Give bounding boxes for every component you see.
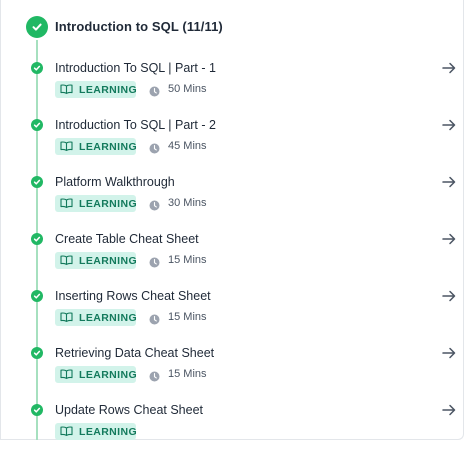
check-icon bbox=[31, 176, 43, 188]
duration-label: 15 Mins bbox=[168, 368, 207, 380]
section-title: Introduction to SQL (11/11) bbox=[55, 19, 223, 34]
book-open-icon bbox=[60, 423, 73, 441]
badge-label: LEARNING bbox=[79, 311, 138, 324]
clock-icon bbox=[149, 255, 160, 268]
book-open-icon bbox=[60, 366, 73, 384]
learning-badge: LEARNING bbox=[55, 366, 138, 384]
duration-label: 45 Mins bbox=[168, 140, 207, 152]
arrow-right-icon[interactable] bbox=[441, 117, 457, 133]
lesson-item[interactable]: Introduction To SQL | Part - 1 LEARNING … bbox=[1, 61, 465, 118]
check-icon bbox=[31, 62, 43, 74]
duration-label: 30 Mins bbox=[168, 197, 207, 209]
badge-label: LEARNING bbox=[79, 425, 138, 438]
lesson-title[interactable]: Introduction To SQL | Part - 1 bbox=[55, 61, 216, 75]
clock-icon bbox=[149, 198, 160, 211]
clock-icon bbox=[149, 84, 160, 97]
book-open-icon bbox=[60, 309, 73, 327]
duration-label: 15 Mins bbox=[168, 254, 207, 266]
clock-icon bbox=[149, 141, 160, 154]
arrow-right-icon[interactable] bbox=[441, 174, 457, 190]
lesson-item[interactable]: Inserting Rows Cheat Sheet LEARNING 15 M… bbox=[1, 289, 465, 346]
lesson-item[interactable]: Retrieving Data Cheat Sheet LEARNING 15 … bbox=[1, 346, 465, 403]
clock-icon bbox=[149, 312, 160, 325]
check-icon bbox=[31, 290, 43, 302]
arrow-right-icon[interactable] bbox=[441, 345, 457, 361]
learning-badge: LEARNING bbox=[55, 252, 138, 270]
lesson-title[interactable]: Inserting Rows Cheat Sheet bbox=[55, 289, 211, 303]
arrow-right-icon[interactable] bbox=[441, 402, 457, 418]
badge-label: LEARNING bbox=[79, 140, 138, 153]
learning-badge: LEARNING bbox=[55, 81, 138, 99]
learning-badge: LEARNING bbox=[55, 309, 138, 327]
duration-label: 15 Mins bbox=[168, 311, 207, 323]
badge-label: LEARNING bbox=[79, 197, 138, 210]
learning-badge: LEARNING bbox=[55, 423, 138, 441]
check-icon bbox=[31, 347, 43, 359]
learning-badge: LEARNING bbox=[55, 195, 138, 213]
lesson-item[interactable]: Platform Walkthrough LEARNING 30 Mins bbox=[1, 175, 465, 232]
arrow-right-icon[interactable] bbox=[441, 231, 457, 247]
book-open-icon bbox=[60, 195, 73, 213]
check-icon bbox=[31, 119, 43, 131]
section-complete-icon bbox=[26, 16, 48, 38]
arrow-right-icon[interactable] bbox=[441, 60, 457, 76]
check-icon bbox=[31, 404, 43, 416]
course-module-panel: Introduction to SQL (11/11) Introduction… bbox=[0, 0, 464, 440]
lesson-title[interactable]: Update Rows Cheat Sheet bbox=[55, 403, 203, 417]
lesson-item[interactable]: Update Rows Cheat Sheet LEARNING bbox=[1, 403, 465, 460]
book-open-icon bbox=[60, 138, 73, 156]
badge-label: LEARNING bbox=[79, 254, 138, 267]
check-icon bbox=[31, 233, 43, 245]
badge-label: LEARNING bbox=[79, 83, 138, 96]
arrow-right-icon[interactable] bbox=[441, 288, 457, 304]
badge-label: LEARNING bbox=[79, 368, 138, 381]
lesson-item[interactable]: Introduction To SQL | Part - 2 LEARNING … bbox=[1, 118, 465, 175]
book-open-icon bbox=[60, 81, 73, 99]
book-open-icon bbox=[60, 252, 73, 270]
duration-label: 50 Mins bbox=[168, 83, 207, 95]
lesson-title[interactable]: Create Table Cheat Sheet bbox=[55, 232, 199, 246]
lesson-item[interactable]: Create Table Cheat Sheet LEARNING 15 Min… bbox=[1, 232, 465, 289]
clock-icon bbox=[149, 369, 160, 382]
lesson-title[interactable]: Platform Walkthrough bbox=[55, 175, 175, 189]
lesson-title[interactable]: Introduction To SQL | Part - 2 bbox=[55, 118, 216, 132]
lesson-title[interactable]: Retrieving Data Cheat Sheet bbox=[55, 346, 214, 360]
learning-badge: LEARNING bbox=[55, 138, 138, 156]
